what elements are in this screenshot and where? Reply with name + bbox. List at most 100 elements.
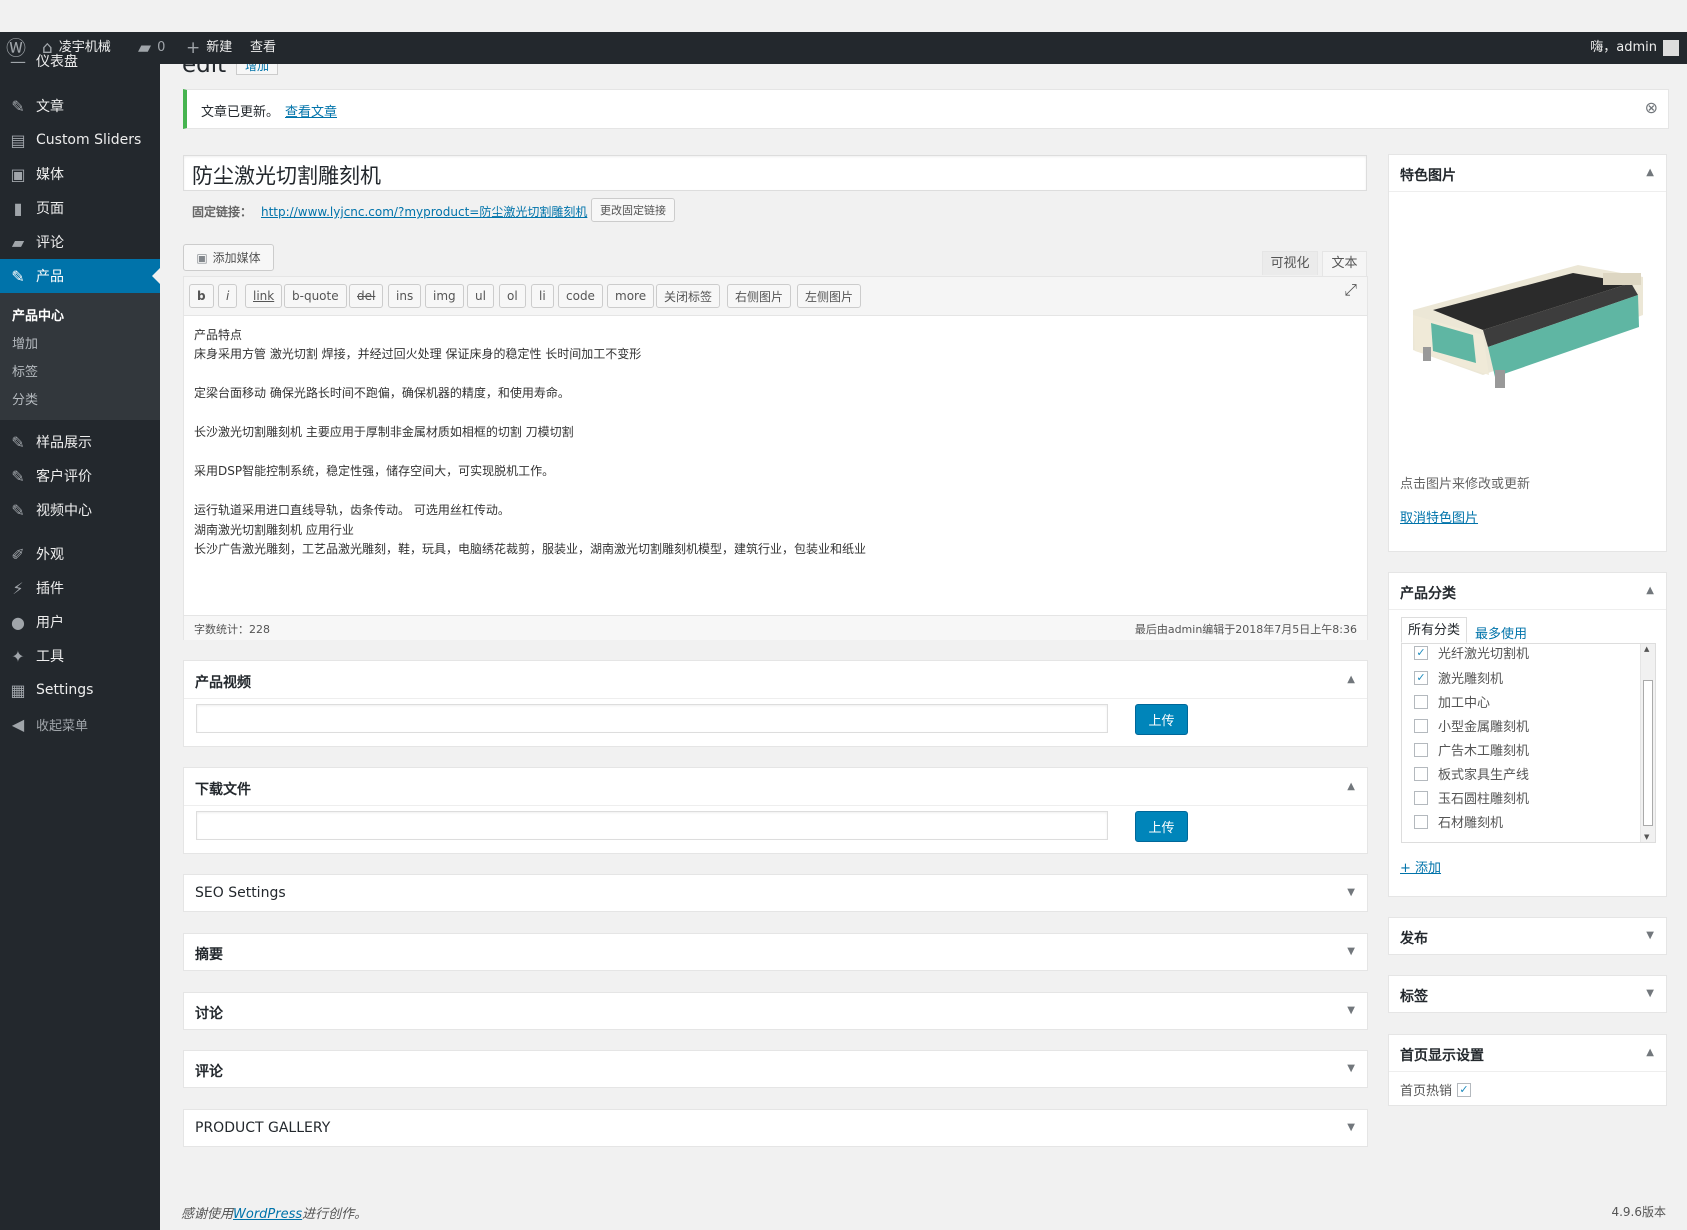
category-item[interactable]: 加工中心	[1414, 692, 1490, 711]
expand-arrow-icon[interactable]: ▼	[1347, 1122, 1355, 1133]
comments-box[interactable]: 评论 ▼	[183, 1050, 1368, 1088]
menu-users[interactable]: ● 用户	[0, 605, 160, 639]
tab-text[interactable]: 文本	[1322, 251, 1367, 276]
qt-li[interactable]: li	[531, 284, 554, 308]
permalink-url[interactable]: http://www.lyjcnc.com/?myproduct=防尘激光切割雕…	[261, 203, 587, 220]
view-link[interactable]: 查看	[250, 32, 276, 64]
checkbox[interactable]	[1414, 790, 1428, 805]
menu-samples[interactable]: ✎ 样品展示	[0, 425, 160, 459]
wordpress-link[interactable]: WordPress	[233, 1207, 302, 1222]
submenu-tags[interactable]: 标签	[12, 361, 38, 380]
menu-settings[interactable]: ▦ Settings	[0, 673, 160, 707]
menu-products[interactable]: ✎ 产品	[0, 259, 160, 293]
home-hot-option[interactable]: 首页热销 ✓	[1400, 1080, 1472, 1099]
collapse-arrow-icon[interactable]: ▲	[1646, 1047, 1654, 1058]
qt-code[interactable]: code	[558, 284, 603, 308]
qt-img[interactable]: img	[425, 284, 464, 308]
menu-tools[interactable]: ✦ 工具	[0, 639, 160, 673]
qt-blockquote[interactable]: b-quote	[284, 284, 347, 308]
category-item[interactable]: 石材雕刻机	[1414, 812, 1503, 831]
category-item[interactable]: ✓ 激光雕刻机	[1414, 668, 1503, 687]
scrollbar[interactable]: ▲ ▼	[1640, 644, 1655, 842]
checkbox[interactable]: ✓	[1414, 670, 1428, 685]
publish-box[interactable]: 发布 ▼	[1388, 917, 1667, 955]
menu-plugins[interactable]: ⚡ 插件	[0, 571, 160, 605]
checkbox[interactable]	[1414, 718, 1428, 733]
tab-all-categories[interactable]: 所有分类	[1401, 617, 1467, 643]
category-label: 激光雕刻机	[1438, 672, 1504, 687]
qt-more[interactable]: more	[607, 284, 655, 308]
menu-media[interactable]: ▣ 媒体	[0, 157, 160, 191]
my-account[interactable]: 嗨，admin	[1590, 32, 1679, 64]
menu-collapse[interactable]: ◀ 收起菜单	[0, 707, 160, 741]
tab-most-used[interactable]: 最多使用	[1475, 623, 1527, 642]
tags-box[interactable]: 标签 ▼	[1388, 975, 1667, 1013]
expand-arrow-icon[interactable]: ▼	[1347, 1005, 1355, 1016]
content-textarea[interactable]: 产品特点 床身采用方管 激光切割 焊接，并经过回火处理 保证床身的稳定性 长时间…	[184, 316, 1367, 614]
submenu-add[interactable]: 增加	[12, 333, 38, 352]
footer-thanks: 感谢使用WordPress进行创作。	[181, 1203, 367, 1222]
seo-settings-box[interactable]: SEO Settings ▼	[183, 874, 1368, 912]
expand-arrow-icon[interactable]: ▼	[1646, 930, 1654, 941]
qt-left-image[interactable]: 左侧图片	[797, 284, 862, 308]
collapse-arrow-icon[interactable]: ▲	[1347, 781, 1355, 792]
view-post-link[interactable]: 查看文章	[285, 101, 337, 120]
dismiss-icon[interactable]: ⊗	[1645, 98, 1658, 117]
fullscreen-icon[interactable]: ⤢	[1344, 280, 1357, 300]
qt-close-tags[interactable]: 关闭标签	[656, 284, 721, 308]
add-media-button[interactable]: ▣ 添加媒体	[183, 244, 274, 271]
expand-arrow-icon[interactable]: ▼	[1646, 988, 1654, 999]
expand-arrow-icon[interactable]: ▼	[1347, 1063, 1355, 1074]
checkbox[interactable]	[1414, 766, 1428, 781]
discussion-box[interactable]: 讨论 ▼	[183, 992, 1368, 1030]
upload-download-button[interactable]: 上传	[1135, 811, 1188, 842]
qt-ins[interactable]: ins	[388, 284, 422, 308]
submenu-categories[interactable]: 分类	[12, 389, 38, 408]
qt-bold[interactable]: b	[189, 284, 214, 308]
download-url-input[interactable]	[196, 811, 1108, 840]
tab-visual[interactable]: 可视化	[1262, 251, 1318, 275]
checkbox[interactable]	[1414, 814, 1428, 829]
collapse-arrow-icon[interactable]: ▲	[1646, 167, 1654, 178]
menu-videos[interactable]: ✎ 视频中心	[0, 493, 160, 527]
qt-right-image[interactable]: 右侧图片	[727, 284, 792, 308]
menu-dashboard[interactable]: — 仪表盘	[0, 52, 160, 70]
post-title-field[interactable]: 防尘激光切割雕刻机	[183, 155, 1367, 191]
category-item[interactable]: 广告木工雕刻机	[1414, 740, 1529, 759]
add-category-link[interactable]: + 添加	[1400, 857, 1441, 876]
qt-italic[interactable]: i	[218, 284, 238, 308]
menu-comments[interactable]: ▰ 评论	[0, 225, 160, 259]
qt-link[interactable]: link	[245, 284, 283, 308]
menu-posts[interactable]: ✎ 文章	[0, 89, 160, 123]
checkbox[interactable]	[1414, 742, 1428, 757]
product-gallery-box[interactable]: PRODUCT GALLERY ▼	[183, 1109, 1368, 1147]
menu-custom-sliders[interactable]: ▤ Custom Sliders	[0, 123, 160, 157]
excerpt-box[interactable]: 摘要 ▼	[183, 933, 1368, 971]
video-url-input[interactable]	[196, 704, 1108, 733]
category-item[interactable]: ✓ 光纤激光切割机	[1414, 643, 1529, 662]
menu-pages[interactable]: ▮ 页面	[0, 191, 160, 225]
category-item[interactable]: 板式家具生产线	[1414, 764, 1529, 783]
menu-testimonials[interactable]: ✎ 客户评价	[0, 459, 160, 493]
category-item[interactable]: 小型金属雕刻机	[1414, 716, 1529, 735]
checkbox[interactable]	[1414, 694, 1428, 709]
edit-permalink-button[interactable]: 更改固定链接	[591, 198, 675, 222]
home-hot-checkbox[interactable]: ✓	[1457, 1082, 1472, 1097]
menu-appearance[interactable]: ✐ 外观	[0, 537, 160, 571]
new-content-link[interactable]: + 新建	[186, 32, 232, 64]
qt-ul[interactable]: ul	[467, 284, 494, 308]
remove-featured-image-link[interactable]: 取消特色图片	[1400, 507, 1478, 526]
category-item[interactable]: 玉石圆柱雕刻机	[1414, 788, 1529, 807]
expand-arrow-icon[interactable]: ▼	[1347, 946, 1355, 957]
featured-image[interactable]	[1403, 255, 1653, 400]
collapse-arrow-icon[interactable]: ▲	[1347, 674, 1355, 685]
upload-video-button[interactable]: 上传	[1135, 704, 1188, 735]
checkbox[interactable]: ✓	[1414, 645, 1428, 660]
submenu-product-center[interactable]: 产品中心	[12, 305, 64, 324]
qt-ol[interactable]: ol	[499, 284, 526, 308]
collapse-arrow-icon[interactable]: ▲	[1646, 585, 1654, 596]
qt-del[interactable]: del	[349, 284, 384, 308]
expand-arrow-icon[interactable]: ▼	[1347, 887, 1355, 898]
add-new-button[interactable]: 增加	[236, 64, 279, 75]
content-line: 湖南激光切割雕刻机 应用行业	[194, 523, 354, 537]
